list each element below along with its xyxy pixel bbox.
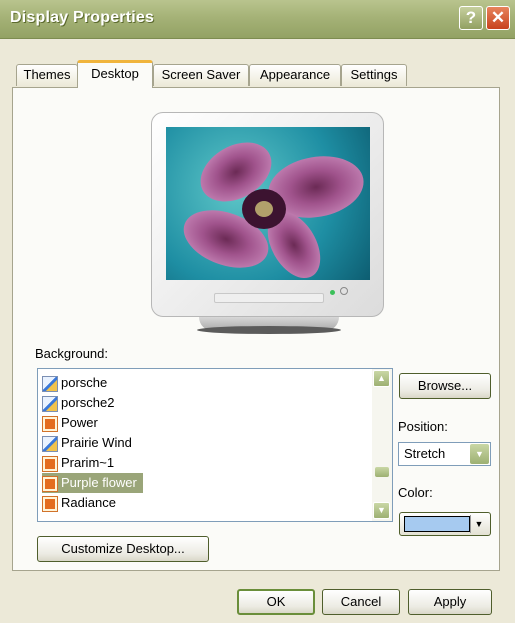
list-item[interactable]: Prarim~1 [42,453,114,473]
scroll-down-icon[interactable]: ▼ [373,502,390,519]
list-item[interactable]: porsche2 [42,393,114,413]
image-file-icon [42,435,58,452]
tab-themes[interactable]: Themes [16,64,78,86]
tab-desktop[interactable]: Desktop [77,60,153,88]
close-button[interactable]: ✕ [486,6,510,30]
scroll-up-icon[interactable]: ▲ [373,370,390,387]
list-item-selected[interactable]: Purple flower [42,473,143,493]
monitor-base [197,326,341,334]
power-button-icon [340,287,348,295]
window-title: Display Properties [10,9,155,26]
list-scrollbar[interactable]: ▲ ▼ [372,369,392,521]
list-item[interactable]: Prairie Wind [42,433,132,453]
list-item-label: porsche2 [61,395,115,410]
list-item-label: Purple flower [61,475,137,490]
position-label: Position: [398,419,448,434]
tab-screen-saver[interactable]: Screen Saver [153,64,249,86]
image-file-icon [42,395,58,412]
list-item-label: Radiance [61,495,116,510]
color-swatch [404,516,470,532]
list-item[interactable]: Radiance [42,493,116,513]
background-label: Background: [35,346,108,361]
position-value: Stretch [404,446,446,461]
scroll-thumb[interactable] [375,467,389,477]
chevron-down-icon: ▼ [470,444,489,464]
list-item[interactable]: porsche [42,373,107,393]
color-label: Color: [398,485,433,500]
desktop-preview-screen [166,127,370,280]
position-select[interactable]: Stretch ▼ [398,442,491,466]
image-file-icon [42,375,58,392]
title-bar: Display Properties ? ✕ [0,0,515,39]
background-list[interactable]: porsche porsche2 Power Prairie Wind Prar… [37,368,393,522]
apply-button[interactable]: Apply [408,589,492,615]
monitor-preview [151,112,384,317]
list-item[interactable]: Power [42,413,98,433]
monitor-bezel-slot [214,293,324,303]
tab-settings[interactable]: Settings [341,64,407,86]
list-item-label: porsche [61,375,108,390]
tab-appearance[interactable]: Appearance [249,64,341,86]
html-file-icon [42,455,58,472]
help-button[interactable]: ? [459,6,483,30]
list-item-label: Power [61,415,98,430]
browse-button[interactable]: Browse... [399,373,491,399]
html-file-icon [42,495,58,512]
desktop-tab-panel: Background: porsche porsche2 Power Prair… [12,87,500,571]
color-picker-button[interactable]: ▼ [399,512,491,536]
ok-button[interactable]: OK [237,589,315,615]
power-led-icon [330,290,335,295]
list-item-label: Prarim~1 [61,455,115,470]
html-file-icon [42,475,58,492]
list-item-label: Prairie Wind [61,435,132,450]
cancel-button[interactable]: Cancel [322,589,400,615]
chevron-down-icon: ▼ [470,515,487,533]
customize-desktop-button[interactable]: Customize Desktop... [37,536,209,562]
flower-image [183,142,364,279]
html-file-icon [42,415,58,432]
